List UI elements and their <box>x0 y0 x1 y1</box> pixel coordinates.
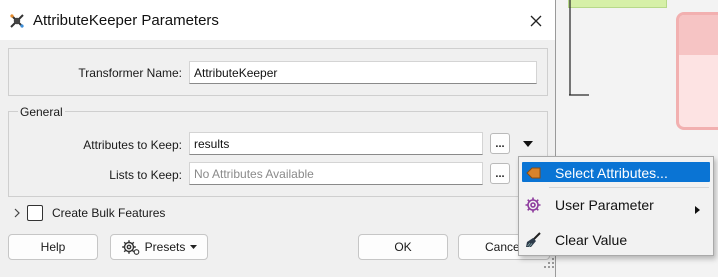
general-group-label: General <box>18 105 65 119</box>
transformer-icon <box>9 13 25 29</box>
cancel-button-label: Cancel <box>485 240 523 254</box>
submenu-arrow-icon <box>695 201 700 217</box>
create-bulk-row: Create Bulk Features <box>10 203 165 223</box>
menu-item-clear-value[interactable]: Clear Value <box>519 227 713 253</box>
menu-item-select-attributes[interactable]: Select Attributes... <box>519 160 713 186</box>
transformer-name-label: Transformer Name: <box>78 66 182 80</box>
lists-browse-button[interactable]: ... <box>490 163 510 184</box>
ok-button-label: OK <box>394 240 412 254</box>
canvas-node-red <box>676 12 718 130</box>
canvas-connection-line <box>569 0 571 95</box>
canvas-connection-line <box>569 94 589 96</box>
lists-to-keep-label: Lists to Keep: <box>109 168 182 182</box>
close-icon <box>530 15 542 27</box>
resize-grip-icon[interactable] <box>543 257 555 269</box>
canvas-node-green <box>568 0 667 8</box>
attributes-menu-dropdown[interactable] <box>520 137 536 151</box>
attributes-browse-button[interactable]: ... <box>490 133 510 154</box>
menu-item-label: Clear Value <box>555 232 628 248</box>
title-bar: AttributeKeeper Parameters <box>0 0 555 40</box>
presets-button-label: Presets <box>144 240 186 254</box>
menu-item-label: User Parameter <box>555 197 654 213</box>
attributes-to-keep-label: Attributes to Keep: <box>83 138 182 152</box>
menu-item-user-parameter[interactable]: User Parameter <box>519 192 713 218</box>
attributes-to-keep-input[interactable] <box>189 132 483 155</box>
ok-button[interactable]: OK <box>358 234 448 260</box>
attribute-context-menu: Select Attributes... User Parameter Clea… <box>518 156 714 256</box>
close-button[interactable] <box>522 8 550 34</box>
lists-to-keep-input[interactable] <box>189 162 483 185</box>
chevron-right-icon <box>14 208 20 218</box>
dialog-title: AttributeKeeper Parameters <box>33 12 219 29</box>
menu-separator <box>549 187 709 188</box>
help-button[interactable]: Help <box>8 234 98 260</box>
triangle-down-icon <box>523 141 533 147</box>
create-bulk-label: Create Bulk Features <box>52 206 166 220</box>
broom-icon <box>523 230 543 250</box>
presets-gear-icon <box>121 238 141 256</box>
menu-item-label: Select Attributes... <box>555 165 668 181</box>
create-bulk-checkbox[interactable] <box>27 205 43 221</box>
parameters-dialog: AttributeKeeper Parameters Transformer N… <box>0 0 556 277</box>
caret-down-icon <box>190 245 198 249</box>
gear-icon <box>523 195 543 215</box>
transformer-name-input[interactable] <box>189 61 537 84</box>
help-button-label: Help <box>40 240 66 254</box>
orange-arrow-icon <box>523 163 543 183</box>
expand-chevron[interactable] <box>10 206 24 220</box>
presets-button[interactable]: Presets <box>110 234 208 260</box>
